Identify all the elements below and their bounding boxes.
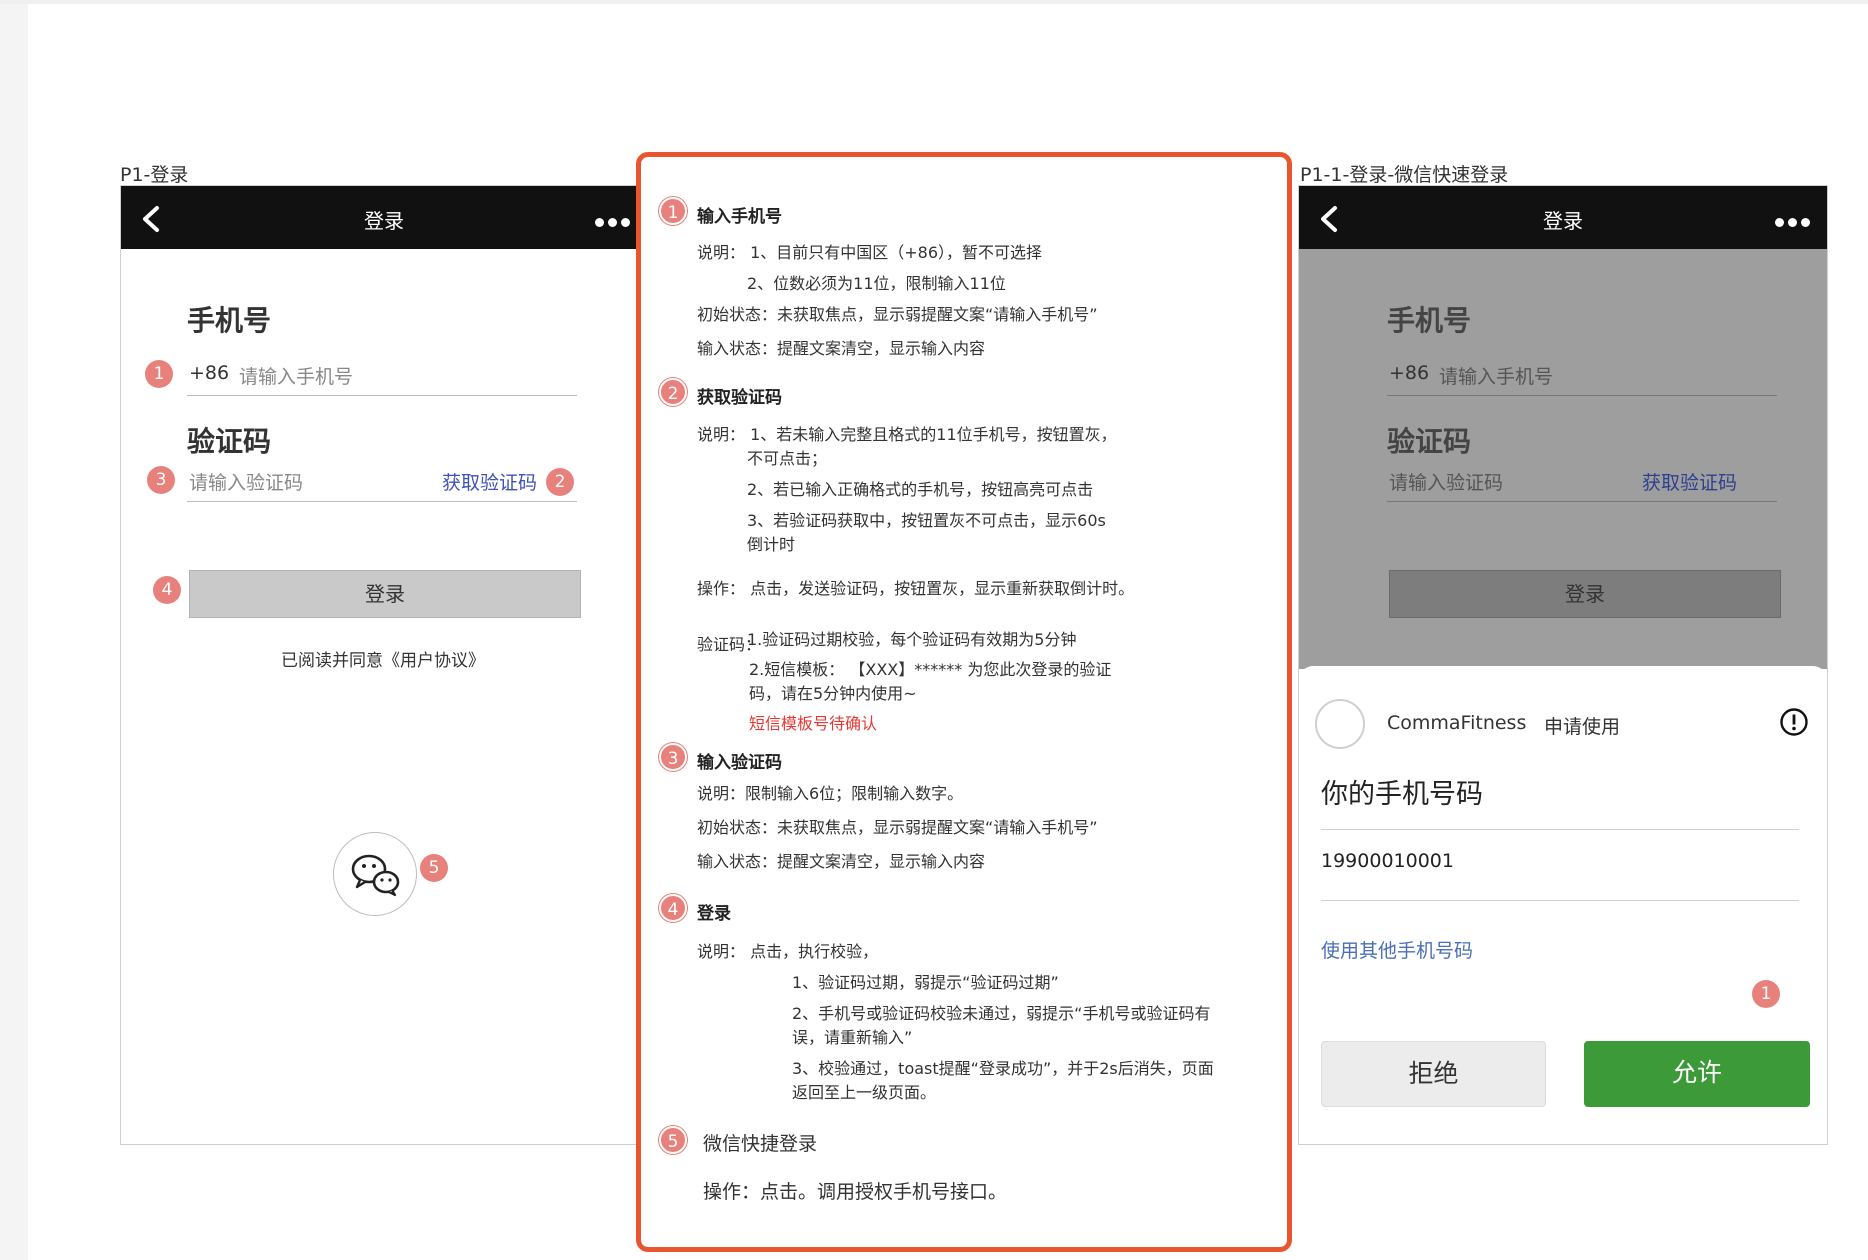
login-button[interactable]: 登录 [189, 570, 581, 618]
spec-badge-2: 2 [659, 378, 687, 406]
phone-wechat-quick-login: 登录 手机号 +86 请输入手机号 验证码 请输入验证码 获取验证码 登录 Co… [1298, 185, 1828, 1145]
annotation-badge-allow: 1 [1752, 980, 1780, 1008]
get-code-button-2: 获取验证码 [1642, 472, 1738, 494]
spec-s3-init: 初始状态：未获取焦点，显示弱提醒文案“请输入手机号” [697, 818, 1098, 837]
spec-s1-desc2: 2、位数必须为11位，限制输入11位 [747, 274, 1006, 293]
top-gutter [0, 0, 1868, 4]
get-code-button[interactable]: 获取验证码 [442, 468, 537, 495]
nav-bar: 登录 [121, 186, 647, 249]
spec-s5-title: 微信快捷登录 [703, 1133, 818, 1155]
left-gutter [0, 0, 28, 1260]
allow-button[interactable]: 允许 [1584, 1041, 1810, 1107]
code-placeholder-2: 请输入验证码 [1389, 472, 1504, 494]
spec-badge-1: 1 [659, 197, 687, 225]
phone-placeholder-2: 请输入手机号 [1439, 366, 1554, 388]
phone-title: 手机号 [187, 304, 272, 337]
divider [1321, 829, 1799, 830]
code-input-2: 请输入验证码 获取验证码 [1387, 468, 1777, 502]
spec-s1-input: 输入状态：提醒文案清空，显示输入内容 [697, 339, 986, 358]
spec-s2-op: 操作： 点击，发送验证码，按钮置灰，显示重新获取倒计时。 [697, 579, 1135, 598]
app-avatar [1315, 699, 1365, 749]
frame-label-p1: P1-登录 [120, 164, 189, 186]
dim-overlay: 手机号 +86 请输入手机号 验证码 请输入验证码 获取验证码 登录 [1299, 249, 1827, 669]
nav-title-2: 登录 [1543, 209, 1583, 233]
spec-s2-desc1a: 说明： 1、若未输入完整且格式的11位手机号，按钮置灰， [697, 425, 1117, 444]
phone-input[interactable]: +86 请输入手机号 [187, 362, 577, 396]
use-other-phone-link[interactable]: 使用其他手机号码 [1321, 936, 1473, 963]
refuse-button[interactable]: 拒绝 [1321, 1041, 1546, 1107]
spec-s2-desc3b: 倒计时 [747, 535, 796, 554]
login-button-2: 登录 [1389, 570, 1781, 618]
spec-s3-desc: 说明：限制输入6位；限制输入数字。 [697, 784, 964, 803]
authorization-sheet: CommaFitness 申请使用 你的手机号码 19900010001 使用其… [1299, 666, 1827, 1144]
spec-s2-code1: 1.验证码过期校验，每个验证码有效期为5分钟 [747, 630, 1077, 649]
spec-s3-input: 输入状态：提醒文案清空，显示输入内容 [697, 852, 986, 871]
spec-s2-desc2: 2、若已输入正确格式的手机号，按钮高亮可点击 [747, 480, 1094, 499]
annotation-badge-4: 4 [153, 576, 181, 604]
spec-s1-title: 输入手机号 [697, 207, 782, 227]
wechat-login-button[interactable] [333, 832, 417, 916]
nav-title: 登录 [364, 209, 404, 233]
nav-bar-2: 登录 [1299, 186, 1827, 249]
spec-badge-3: 3 [659, 743, 687, 771]
spec-s1-init: 初始状态：未获取焦点，显示弱提醒文案“请输入手机号” [697, 305, 1098, 324]
spec-s5-op: 操作：点击。调用授权手机号接口。 [703, 1181, 1008, 1203]
annotation-badge-5: 5 [420, 854, 448, 882]
country-code-2: +86 [1389, 362, 1430, 384]
agreement-link[interactable]: 已阅读并同意《用户协议》 [281, 646, 485, 671]
spec-s2-code2b: 码，请在5分钟内使用~ [749, 684, 917, 703]
spec-s2-pending: 短信模板号待确认 [749, 714, 878, 733]
spec-s3-title: 输入验证码 [697, 753, 782, 773]
phone-input-2: +86 请输入手机号 [1387, 362, 1777, 396]
spec-badge-5: 5 [659, 1126, 687, 1154]
spec-s4-r2a: 2、手机号或验证码校验未通过，弱提示“手机号或验证码有 [792, 1004, 1211, 1023]
more-icon[interactable] [1775, 218, 1811, 228]
spec-badge-4: 4 [659, 894, 687, 922]
annotation-badge-3: 3 [147, 466, 175, 494]
spec-s4-r3a: 3、校验通过，toast提醒“登录成功”，并于2s后消失，页面 [792, 1059, 1214, 1078]
annotation-badge-1: 1 [145, 360, 173, 388]
more-icon[interactable] [595, 218, 631, 228]
divider [1321, 900, 1799, 901]
spec-s4-r2b: 误，请重新输入” [792, 1028, 913, 1047]
phone-login: 登录 手机号 +86 请输入手机号 验证码 请输入验证码 获取验证码 登录 已阅… [120, 185, 648, 1145]
spec-s2-desc1b: 不可点击； [747, 449, 828, 468]
spec-s4-desc: 说明： 点击，执行校验， [697, 942, 879, 961]
country-code: +86 [189, 362, 230, 384]
annotation-badge-2: 2 [546, 468, 574, 496]
code-input[interactable]: 请输入验证码 获取验证码 [187, 468, 577, 502]
sheet-title: 你的手机号码 [1321, 779, 1483, 810]
spec-s2-code2a: 2.短信模板： 【XXX】****** 为您此次登录的验证 [749, 660, 1112, 679]
phone-number-option[interactable]: 19900010001 [1321, 850, 1454, 872]
spec-panel: 1 输入手机号 说明： 1、目前只有中国区（+86），暂不可选择 2、位数必须为… [636, 152, 1292, 1252]
code-title-2: 验证码 [1387, 425, 1472, 458]
spec-s4-r3b: 返回至上一级页面。 [792, 1083, 937, 1102]
spec-s4-title: 登录 [697, 904, 731, 924]
spec-s1-desc1: 说明： 1、目前只有中国区（+86），暂不可选择 [697, 243, 1043, 262]
phone-title-2: 手机号 [1387, 304, 1472, 337]
code-placeholder: 请输入验证码 [189, 472, 304, 494]
frame-label-p1-1: P1-1-登录-微信快速登录 [1300, 164, 1509, 186]
request-text: 申请使用 [1544, 716, 1621, 738]
spec-s2-desc3a: 3、若验证码获取中，按钮置灰不可点击，显示60s [747, 511, 1106, 530]
wechat-icon [351, 854, 400, 897]
canvas: P1-登录 P1-1-登录-微信快速登录 登录 手机号 +86 请输入手机号 验… [0, 0, 1868, 1260]
phone-placeholder: 请输入手机号 [239, 366, 354, 388]
app-name: CommaFitness [1387, 712, 1527, 734]
spec-s2-title: 获取验证码 [697, 388, 782, 408]
code-title: 验证码 [187, 425, 272, 458]
info-icon[interactable] [1779, 707, 1809, 737]
spec-s4-r1: 1、验证码过期，弱提示“验证码过期” [792, 973, 1059, 992]
